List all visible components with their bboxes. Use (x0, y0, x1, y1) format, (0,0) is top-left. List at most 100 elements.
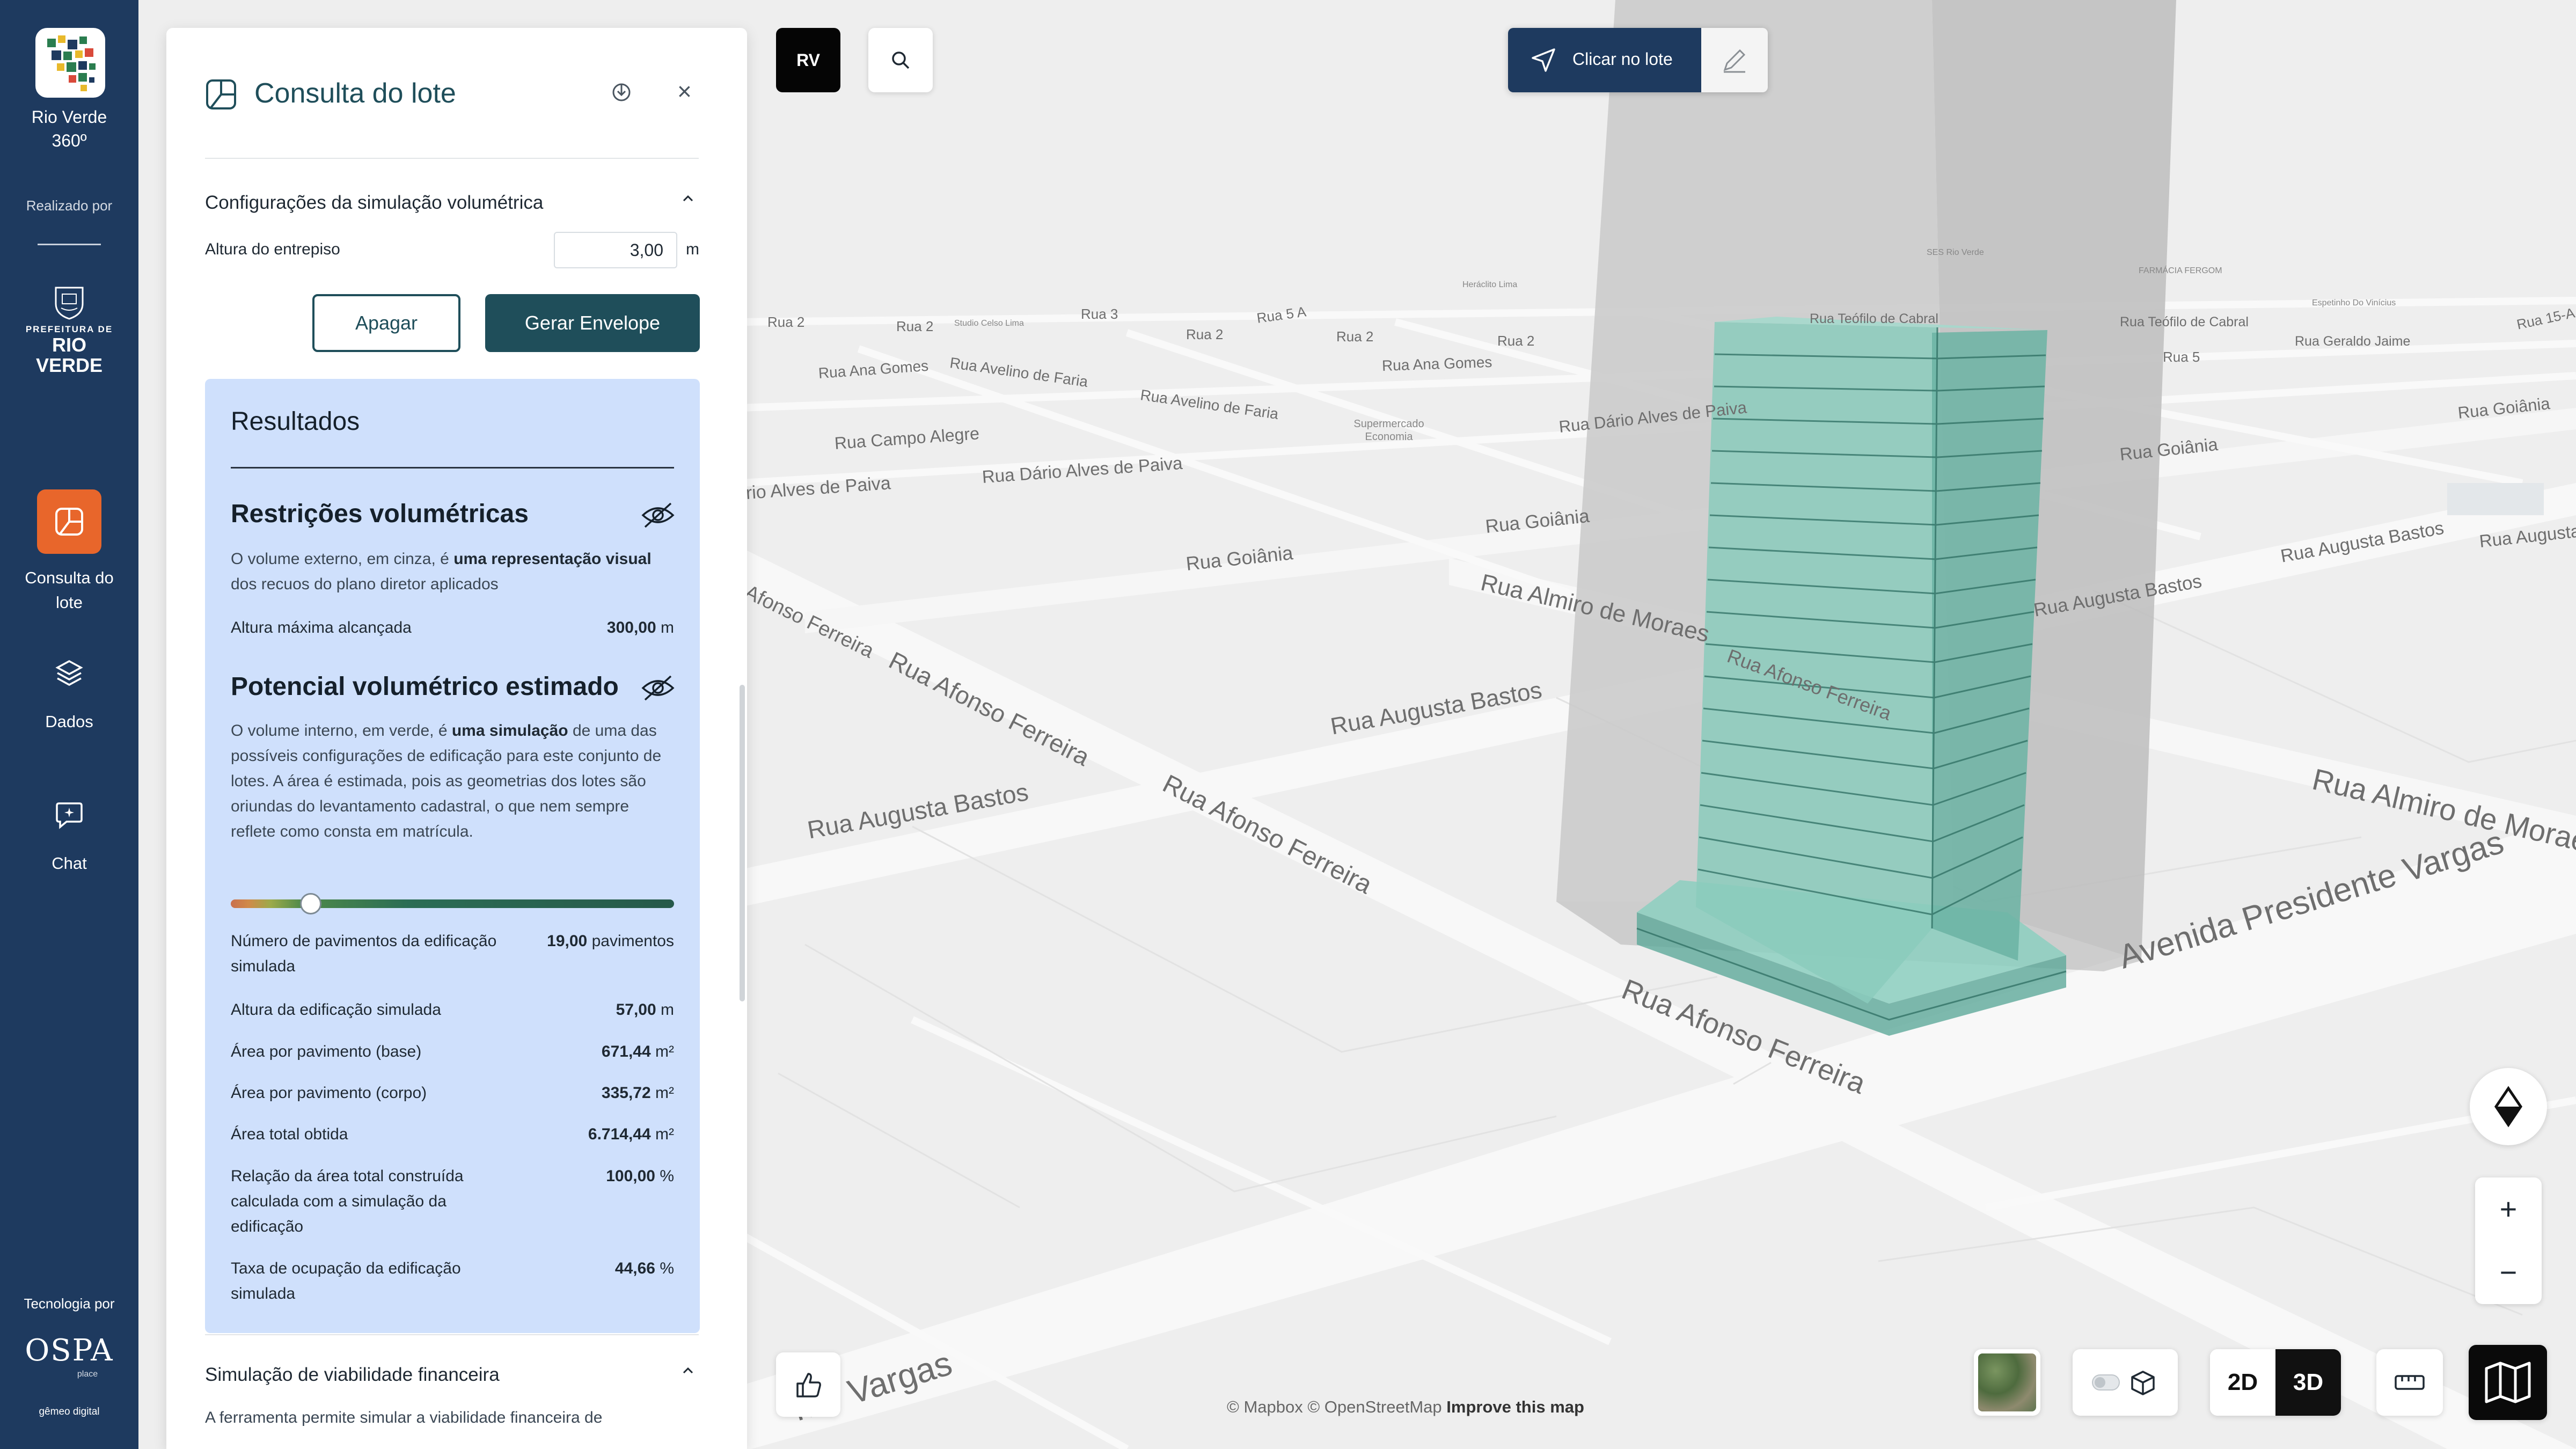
field-label: Altura do entrepiso (205, 240, 340, 258)
metric-label: Área total obtida (231, 1125, 348, 1143)
pencil-icon (1723, 49, 1746, 73)
poi-label: Supermercado Economia (1353, 418, 1424, 443)
improve-map-link[interactable]: Improve this map (1446, 1397, 1584, 1416)
view-mode-toggle: 2D 3D (2210, 1349, 2341, 1416)
lot-icon (55, 508, 83, 536)
metric-value: 335,72 m² (601, 1084, 674, 1102)
clicar-no-lote-control: Clicar no lote (1508, 28, 1768, 92)
metric-value: 57,00 m (616, 1001, 674, 1019)
map-icon (2485, 1362, 2531, 1403)
satellite-toggle[interactable] (1974, 1349, 2040, 1416)
slider-handle[interactable] (299, 893, 321, 914)
map-attribution: © Mapbox © OpenStreetMap Improve this ma… (1227, 1397, 1584, 1416)
nav-active-box (37, 489, 101, 554)
metric-value: 6.714,44 m² (588, 1125, 674, 1143)
poi-label: Studio Celso Lima (954, 319, 1024, 328)
section-financeira-title[interactable]: Simulação de viabilidade financeira (205, 1364, 500, 1386)
search-button[interactable] (868, 28, 933, 92)
chevron-up-icon[interactable] (680, 1363, 696, 1382)
rv-button[interactable]: RV (776, 28, 840, 92)
financeira-description: A ferramenta permite simular a viabilida… (205, 1409, 603, 1426)
mode-3d-button[interactable]: 3D (2275, 1349, 2341, 1416)
zoom-out-button[interactable]: − (2475, 1241, 2542, 1304)
gemeo-label: gêmeo digital (39, 1406, 100, 1417)
slider-track (231, 899, 674, 908)
metric-label: Área por pavimento (base) (231, 1043, 422, 1060)
street-label: Rua 2 (1336, 328, 1374, 345)
clicar-no-lote-button[interactable]: Clicar no lote (1508, 28, 1701, 92)
consulta-panel: Consulta do lote × Configurações da simu… (166, 28, 747, 1449)
download-icon[interactable] (611, 80, 632, 105)
nav-consulta-do-lote[interactable]: Consulta do lote (0, 489, 138, 615)
street-label: Rua 2 (1497, 333, 1535, 349)
metric-value: 44,66 % (614, 1260, 674, 1277)
divider (205, 158, 699, 159)
chevron-up-icon[interactable] (680, 191, 696, 210)
street-label: Rua 3 (1081, 306, 1118, 322)
divider (205, 1334, 699, 1335)
navigation-arrow-icon (1532, 48, 1555, 72)
search-icon (892, 52, 910, 69)
street-label: Rua 2 (896, 318, 934, 334)
poi-label: Espetinho Do Vinícius (2312, 298, 2396, 308)
edit-button[interactable] (1701, 28, 1768, 92)
left-sidebar: Rio Verde 360º Realizado por PREFEITURA … (0, 0, 138, 1449)
ospa-sub: place (77, 1370, 98, 1379)
nav-icon-box (37, 797, 101, 832)
section-config-title[interactable]: Configurações da simulação volumétrica (205, 192, 543, 214)
metric-value: 19,00 pavimentos (547, 932, 674, 950)
restricoes-description: O volume externo, em cinza, é uma repres… (231, 550, 652, 593)
zoom-control: + − (2475, 1177, 2542, 1304)
3d-buildings-icon (2131, 1371, 2155, 1395)
altura-maxima-label: Altura máxima alcançada (231, 619, 412, 636)
metric-value: 100,00 % (606, 1167, 674, 1185)
results-card: Resultados Restrições volumétricas O vol… (205, 379, 700, 1333)
tecnologia-por-label: Tecnologia por (24, 1296, 115, 1312)
metric-label: Taxa de ocupação da edificação simulada (231, 1260, 461, 1302)
street-label: Rua Teófilo de Cabral (2120, 314, 2249, 330)
satellite-thumbnail (1978, 1353, 2036, 1411)
mode-2d-button[interactable]: 2D (2210, 1349, 2275, 1416)
street-label: Rua 5 (2163, 349, 2200, 365)
feedback-button[interactable] (776, 1352, 840, 1417)
ruler-icon (2395, 1375, 2425, 1390)
panel-scrollbar[interactable] (740, 685, 745, 1001)
metric-label: Área por pavimento (corpo) (231, 1084, 427, 1102)
potencial-description: O volume interno, em verde, é uma simula… (231, 722, 662, 840)
close-icon[interactable]: × (677, 79, 692, 104)
basemap-button[interactable] (2469, 1345, 2547, 1420)
poi-label: Heráclito Lima (1462, 280, 1518, 289)
street-label: Rua Geraldo Jaime (2295, 334, 2411, 349)
compass-button[interactable] (2470, 1068, 2547, 1145)
measure-button[interactable] (2376, 1349, 2443, 1416)
ospa-logo: OSPA (25, 1333, 114, 1368)
field-unit: m (686, 240, 699, 258)
poi-label: FARMÁCIA FERGOM (2139, 266, 2222, 275)
floors-slider[interactable] (231, 893, 674, 914)
panel-title: Consulta do lote (254, 78, 456, 109)
street-label: Rua Teófilo de Cabral (1810, 311, 1938, 326)
realizado-por-label: Realizado por (26, 197, 113, 214)
street-label: Rua 2 (1186, 326, 1224, 342)
gerar-envelope-button[interactable]: Gerar Envelope (485, 294, 700, 352)
results-title: Resultados (231, 407, 360, 436)
compass-icon (2494, 1086, 2523, 1128)
thumbs-up-icon (796, 1373, 821, 1397)
nav-icon-box (37, 656, 101, 690)
eye-off-icon[interactable] (641, 498, 675, 535)
potencial-title: Potencial volumétrico estimado (231, 672, 619, 701)
buildings-toggle[interactable] (2073, 1349, 2178, 1416)
altura-maxima-value: 300,00 m (606, 619, 674, 636)
altura-entrepiso-input[interactable]: 3,00 (554, 232, 677, 268)
eye-off-icon[interactable] (641, 671, 675, 708)
nav-label: Consulta do lote (25, 568, 114, 612)
metric-value: 671,44 m² (601, 1043, 674, 1060)
zoom-in-button[interactable]: + (2475, 1177, 2542, 1241)
nav-dados[interactable]: Dados (0, 656, 138, 734)
street-label: Rua 2 (767, 314, 805, 330)
app-logo[interactable] (35, 28, 105, 98)
nav-label: Dados (45, 712, 93, 731)
app-name: Rio Verde 360º (31, 107, 107, 150)
nav-chat[interactable]: Chat (0, 797, 138, 876)
apagar-button[interactable]: Apagar (312, 294, 460, 352)
